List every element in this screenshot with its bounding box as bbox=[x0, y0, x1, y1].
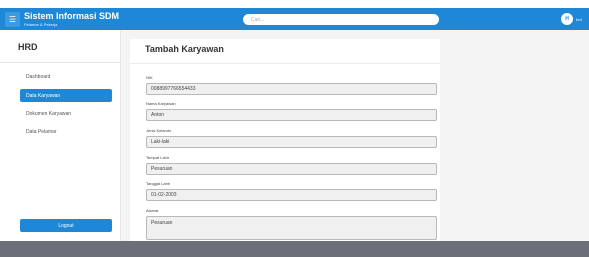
sidebar-divider bbox=[0, 62, 121, 63]
user-menu[interactable]: H hrd bbox=[561, 13, 582, 25]
nama-karyawan-label: Nama Karyawan bbox=[146, 101, 176, 106]
jenis-kelamin-field[interactable]: Laki-laki bbox=[146, 136, 437, 148]
tanggal-lahir-field[interactable]: 01-02-2003 bbox=[146, 189, 437, 201]
logout-button[interactable]: Logout bbox=[20, 219, 112, 232]
app-title: Sistem Informasi SDM bbox=[24, 11, 120, 21]
alamat-field[interactable]: Pesuruan bbox=[146, 216, 437, 240]
jenis-kelamin-label: Jenis Kelamin bbox=[146, 128, 171, 133]
footer-bar bbox=[0, 241, 589, 257]
sidebar: HRD Dashboard Data Karyawan Dokumen Kary… bbox=[0, 30, 121, 241]
sidebar-item-data-karyawan[interactable]: Data Karyawan bbox=[20, 89, 112, 102]
avatar[interactable]: H bbox=[561, 13, 573, 25]
search-input[interactable] bbox=[243, 14, 439, 25]
tanggal-lahir-label: Tanggal Lahir bbox=[146, 181, 171, 186]
sidebar-item-dashboard[interactable]: Dashboard bbox=[20, 70, 112, 83]
app-subtitle: Pelamar & Pekerja bbox=[24, 22, 58, 27]
user-name: hrd bbox=[576, 16, 582, 22]
tempat-lahir-label: Tempat Lahir bbox=[146, 155, 170, 160]
alamat-label: Alamat bbox=[146, 208, 159, 213]
sidebar-item-data-pelamar[interactable]: Data Pelamar bbox=[20, 125, 112, 138]
form-card: Tambah Karyawan NIK 0088997766554433 Nam… bbox=[130, 39, 440, 241]
nama-karyawan-field[interactable]: Anton bbox=[146, 109, 437, 121]
sidebar-title: HRD bbox=[18, 42, 38, 52]
main-content: Tambah Karyawan NIK 0088997766554433 Nam… bbox=[121, 30, 589, 241]
top-navbar: ☰ Sistem Informasi SDM Pelamar & Pekerja… bbox=[0, 8, 589, 30]
hamburger-icon[interactable]: ☰ bbox=[5, 12, 20, 27]
card-divider bbox=[130, 63, 440, 64]
sidebar-item-dokumen-karyawan[interactable]: Dokumen Karyawan bbox=[20, 107, 112, 120]
nik-label: NIK bbox=[146, 75, 153, 80]
page-title: Tambah Karyawan bbox=[145, 44, 224, 54]
tempat-lahir-field[interactable]: Pesuruan bbox=[146, 163, 437, 175]
nik-field[interactable]: 0088997766554433 bbox=[146, 83, 437, 95]
